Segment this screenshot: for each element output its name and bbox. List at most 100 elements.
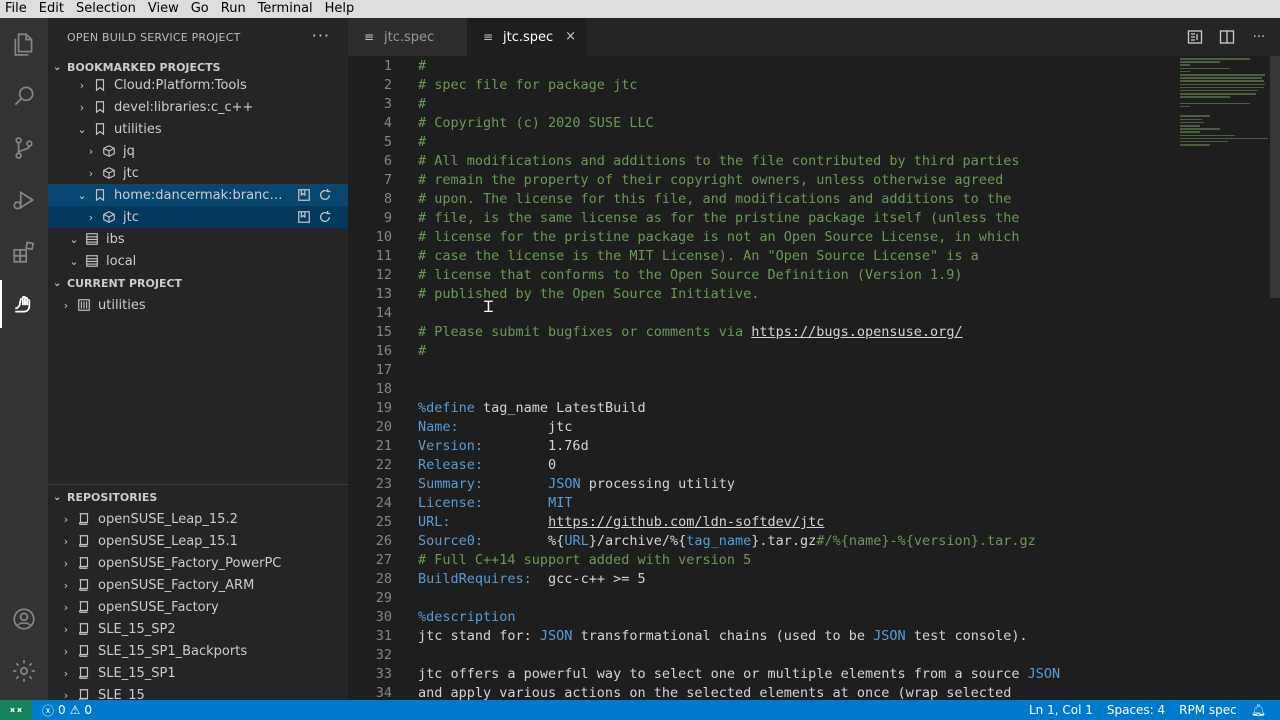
code-line[interactable]: 31 jtc stand for: JSON transformational c… [348,627,1168,646]
menu-go[interactable]: Go [191,1,209,17]
line-content: Release: 0 [418,456,556,475]
repo-item[interactable]: › SLE_15_SP1_Backports [48,640,348,662]
run-debug-icon[interactable] [0,176,48,224]
menu-terminal[interactable]: Terminal [258,1,313,17]
line-content: # license that conforms to the Open Sour… [418,266,963,285]
split-editor-icon[interactable] [1218,28,1236,46]
line-number: 2 [383,77,392,93]
code-line[interactable]: 16 # [348,342,1168,361]
code-line[interactable]: 14 [348,304,1168,323]
explorer-icon[interactable] [0,20,48,68]
tab-jtc-spec-1[interactable]: ≡ jtc.spec [348,18,467,56]
close-icon[interactable]: × [565,29,576,44]
code-line[interactable]: 8 # upon. The license for this file, and … [348,190,1168,209]
tab-jtc-spec-2[interactable]: ≡ jtc.spec × [467,18,586,56]
code-line[interactable]: 1 # [348,57,1168,76]
code-line[interactable]: 33 jtc offers a powerful way to select on… [348,665,1168,684]
code-line[interactable]: 9 # file, is the same license as for the … [348,209,1168,228]
code-line[interactable]: 24 License: MIT [348,494,1168,513]
repo-item[interactable]: › SLE_15 [48,684,348,700]
code-line[interactable]: 30 %description [348,608,1168,627]
code-token: License: [418,495,484,511]
code-token: }/archive/%{ [588,533,687,549]
code-line[interactable]: 17 [348,361,1168,380]
code-line[interactable]: 21 Version: 1.76d [348,437,1168,456]
code-line[interactable]: 4 # Copyright (c) 2020 SUSE LLC [348,114,1168,133]
obs-icon[interactable] [0,280,48,328]
code-line[interactable]: 32 [348,646,1168,665]
repo-item[interactable]: › SLE_15_SP1 [48,662,348,684]
code-line[interactable]: 18 [348,380,1168,399]
repo-item[interactable]: › openSUSE_Factory_ARM [48,574,348,596]
chevron-down-icon: ⌄ [77,188,87,202]
code-line[interactable]: 6 # All modifications and additions to th… [348,152,1168,171]
menu-file[interactable]: File [5,1,27,17]
code-line[interactable]: 26 Source0: %{URL}/archive/%{tag_name}.ta… [348,532,1168,551]
repo-item[interactable]: › SLE_15_SP2 [48,618,348,640]
settings-gear-icon[interactable] [0,647,48,695]
tree-item-cloud-platform-tools[interactable]: › Cloud:Platform:Tools [48,74,348,96]
minimap[interactable] [1180,58,1270,178]
refresh-icon[interactable] [317,209,332,224]
repo-item[interactable]: › openSUSE_Factory [48,596,348,618]
line-number: 13 [375,286,392,302]
tree-item-jtc-branch[interactable]: › jtc [48,206,348,228]
code-line[interactable]: 34 and apply various actions on the selec… [348,684,1168,700]
tree-item-jtc[interactable]: › jtc [48,162,348,184]
indentation[interactable]: Spaces: 4 [1107,703,1165,717]
language-mode[interactable]: RPM spec [1179,703,1237,717]
repo-item[interactable]: › openSUSE_Factory_PowerPC [48,552,348,574]
more-actions-icon[interactable]: ··· [1250,28,1268,46]
code-line[interactable]: 23 Summary: JSON processing utility [348,475,1168,494]
code-editor[interactable]: 1 #2 # spec file for package jtc 3 #4 # Copyr… [348,56,1280,700]
menu-edit[interactable]: Edit [39,1,64,17]
extensions-icon[interactable] [0,228,48,276]
code-line[interactable]: 25 URL: https://github.com/ldn-softdev/jt… [348,513,1168,532]
problems-indicator[interactable]: ⓧ 0 ⚠ 0 [42,702,92,719]
source-control-icon[interactable] [0,124,48,172]
refresh-icon[interactable] [317,187,332,202]
bookmark-edit-icon[interactable] [296,187,311,202]
repository-icon [76,555,92,571]
code-line[interactable]: 12 # license that conforms to the Open So… [348,266,1168,285]
code-line[interactable]: 19 %define tag_name LatestBuild [348,399,1168,418]
code-line[interactable]: 2 # spec file for package jtc [348,76,1168,95]
code-line[interactable]: 11 # case the license is the MIT License)… [348,247,1168,266]
remote-icon[interactable] [0,700,32,720]
cursor-position[interactable]: Ln 1, Col 1 [1029,703,1093,717]
code-line[interactable]: 7 # remain the property of their copyrigh… [348,171,1168,190]
line-content: URL: https://github.com/ldn-softdev/jtc [418,513,824,532]
code-line[interactable]: 27 # Full C++14 support added with versio… [348,551,1168,570]
code-line[interactable]: 15 # Please submit bugfixes or comments v… [348,323,1168,342]
tree-item-home-dancermak-branches[interactable]: ⌄ home:dancermak:branches:... [48,184,348,206]
tree-item-devel-libraries[interactable]: › devel:libraries:c_c++ [48,96,348,118]
menu-selection[interactable]: Selection [76,1,136,17]
tree-item-local[interactable]: ⌄ local [48,250,348,272]
code-line[interactable]: 22 Release: 0 [348,456,1168,475]
tree-item-jq[interactable]: › jq [48,140,348,162]
code-line[interactable]: 20 Name: jtc [348,418,1168,437]
menu-view[interactable]: View [148,1,179,17]
tree-item-current-utilities[interactable]: › utilities [48,294,348,316]
code-line[interactable]: 13 # published by the Open Source Initiat… [348,285,1168,304]
section-current-project[interactable]: ⌄ CURRENT PROJECT [48,272,348,294]
tree-item-utilities[interactable]: ⌄ utilities [48,118,348,140]
code-line[interactable]: 3 # [348,95,1168,114]
search-icon[interactable] [0,72,48,120]
code-line[interactable]: 29 [348,589,1168,608]
vertical-scrollbar[interactable] [1270,56,1280,298]
code-line[interactable]: 10 # license for the pristine package is … [348,228,1168,247]
menu-run[interactable]: Run [221,1,246,17]
repo-item[interactable]: › openSUSE_Leap_15.1 [48,530,348,552]
menu-help[interactable]: Help [325,1,355,17]
more-actions-icon[interactable]: ··· [312,26,330,45]
notifications-bell-icon[interactable]: 🔔︎ [1251,703,1266,717]
section-repositories[interactable]: ⌄ REPOSITORIES [48,486,348,508]
repo-item[interactable]: › openSUSE_Leap_15.2 [48,508,348,530]
bookmark-edit-icon[interactable] [296,209,311,224]
accounts-icon[interactable] [0,595,48,643]
code-line[interactable]: 28 BuildRequires: gcc-c++ >= 5 [348,570,1168,589]
open-preview-icon[interactable] [1186,28,1204,46]
code-line[interactable]: 5 # [348,133,1168,152]
tree-item-ibs[interactable]: ⌄ ibs [48,228,348,250]
